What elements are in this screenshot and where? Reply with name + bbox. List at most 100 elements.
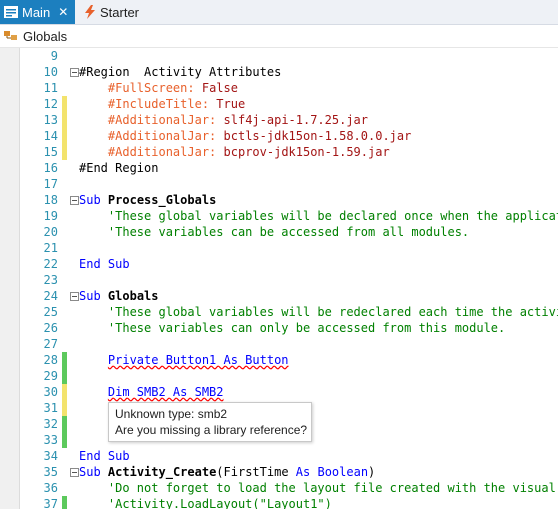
form-icon [4,6,18,18]
code-token: End Sub [79,449,130,463]
code-text: 'These variables can only be accessed fr… [79,320,505,336]
code-line[interactable]: 21 [20,240,558,256]
code-token: 'These variables can be accessed from al… [107,225,470,239]
code-token: #IncludeTitle: [107,97,210,111]
code-text: End Sub [79,256,130,272]
code-line[interactable]: 37 'Activity.LoadLayout("Layout1") [20,496,558,509]
breadcrumb[interactable]: Globals [0,25,558,48]
line-number: 16 [43,161,58,175]
code-text: #AdditionalJar: slf4j-api-1.7.25.jar [79,112,368,128]
code-token: #AdditionalJar: [107,113,217,127]
code-line[interactable]: 20 'These variables can be accessed from… [20,224,558,240]
tab-bar: Main ✕ Starter [0,0,558,25]
change-marker [62,368,67,384]
change-marker [62,96,67,112]
code-text: 'These global variables will be redeclar… [79,304,558,320]
line-number: 35 [43,465,58,479]
code-line[interactable]: 30 Dim SMB2 As SMB2 [20,384,558,400]
code-line[interactable]: 36 'Do not forget to load the layout fil… [20,480,558,496]
code-text: Sub Globals [79,288,159,304]
code-line[interactable]: 9 [20,48,558,64]
code-token: bcprov-jdk15on-1.59.jar [223,145,390,159]
code-line[interactable]: 19 'These global variables will be decla… [20,208,558,224]
code-line[interactable]: 24 Sub Globals [20,288,558,304]
code-line[interactable]: 23 [20,272,558,288]
code-text: Dim SMB2 As SMB2 [79,384,224,400]
code-line[interactable]: 25 'These global variables will be redec… [20,304,558,320]
fold-toggle-icon[interactable] [70,468,79,477]
tab-starter-label: Starter [100,4,140,20]
close-icon[interactable]: ✕ [58,5,68,19]
breadcrumb-label: Globals [23,28,68,44]
code-line[interactable]: 15 #AdditionalJar: bcprov-jdk15on-1.59.j… [20,144,558,160]
code-text: End Sub [79,448,130,464]
code-line[interactable]: 17 [20,176,558,192]
code-text: #FullScreen: False [79,80,238,96]
line-number: 21 [43,241,58,255]
code-line[interactable]: 14 #AdditionalJar: bctls-jdk15on-1.58.0.… [20,128,558,144]
line-number: 28 [43,353,58,367]
tab-main[interactable]: Main ✕ [0,0,75,24]
line-number: 24 [43,289,58,303]
change-marker [62,128,67,144]
change-marker [62,432,67,448]
line-number: 36 [43,481,58,495]
code-line[interactable]: 27 [20,336,558,352]
code-token: #AdditionalJar: [107,129,217,143]
change-marker [62,144,67,160]
tab-starter[interactable]: Starter [80,0,139,24]
error-tooltip: Unknown type: smb2 Are you missing a lib… [108,402,312,442]
code-token: #AdditionalJar: [107,145,217,159]
code-line[interactable]: 22 End Sub [20,256,558,272]
line-number: 15 [43,145,58,159]
code-token: bctls-jdk15on-1.58.0.0.jar [223,129,412,143]
code-text: Private Button1 As Button [79,352,289,368]
code-token: 'Activity.LoadLayout("Layout1") [107,497,332,509]
line-number: 26 [43,321,58,335]
code-line[interactable]: 11 #FullScreen: False [20,80,558,96]
code-token: Activity_Create [107,465,217,479]
code-line[interactable]: 12 #IncludeTitle: True [20,96,558,112]
code-text: 'These global variables will be declared… [79,208,558,224]
code-line[interactable]: 34 End Sub [20,448,558,464]
tooltip-line-2: Are you missing a library reference? [115,423,308,437]
code-token: Boolean [317,465,369,479]
code-token: Dim SMB2 As SMB2 [107,385,224,399]
code-line[interactable]: 10 #Region Activity Attributes [20,64,558,80]
change-marker [62,400,67,416]
code-line[interactable]: 26 'These variables can only be accessed… [20,320,558,336]
code-token: 'These global variables will be declared… [107,209,558,223]
code-token: #FullScreen: [107,81,195,95]
code-text: 'Do not forget to load the layout file c… [79,480,558,496]
code-token: Globals [107,289,159,303]
fold-toggle-icon[interactable] [70,68,79,77]
line-number: 31 [43,401,58,415]
code-line[interactable]: 16 #End Region [20,160,558,176]
code-line[interactable]: 35 Sub Activity_Create(FirstTime As Boole… [20,464,558,480]
code-line[interactable]: 18 Sub Process_Globals [20,192,558,208]
code-token: Sub [79,465,101,479]
code-token: #Region Activity Attributes [79,65,282,79]
line-number: 20 [43,225,58,239]
line-number: 17 [43,177,58,191]
code-line[interactable]: 29 [20,368,558,384]
code-line[interactable]: 28 Private Button1 As Button [20,352,558,368]
line-number: 23 [43,273,58,287]
lightning-icon [85,5,95,19]
code-token: Process_Globals [107,193,217,207]
code-text: #End Region [79,160,158,176]
code-text: #Region Activity Attributes [79,64,281,80]
line-number: 34 [43,449,58,463]
fold-toggle-icon[interactable] [70,196,79,205]
fold-toggle-icon[interactable] [70,292,79,301]
code-line[interactable]: 13 #AdditionalJar: slf4j-api-1.7.25.jar [20,112,558,128]
code-token: 'Do not forget to load the layout file c… [107,481,558,495]
